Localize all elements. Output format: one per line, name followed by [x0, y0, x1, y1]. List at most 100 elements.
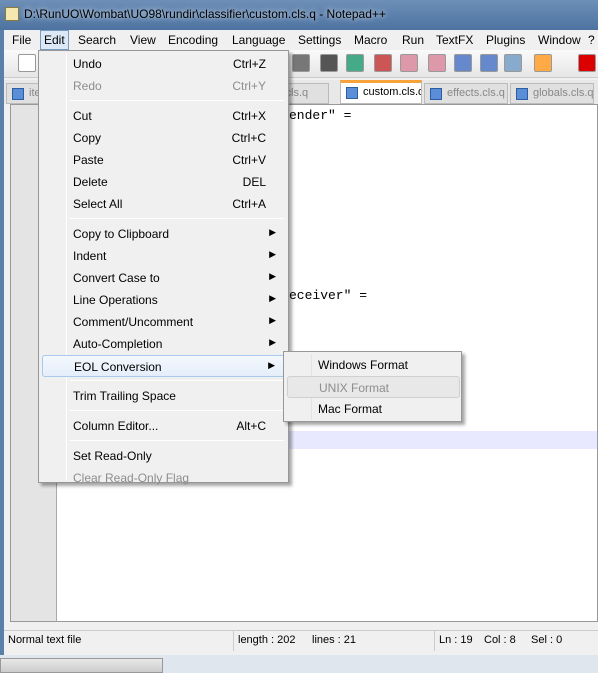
menu-item-shortcut: Ctrl+V	[232, 153, 266, 167]
menu-encoding[interactable]: Encoding	[164, 30, 222, 50]
menu-separator	[70, 410, 284, 411]
status-file-type: Normal text file	[8, 634, 82, 646]
menu-item-label: Indent	[73, 249, 107, 263]
sync-h-icon[interactable]	[454, 54, 472, 72]
menu-item-label: Set Read-Only	[73, 449, 152, 463]
window-title: D:\RunUO\Wombat\UO98\rundir\classifier\c…	[24, 7, 386, 21]
submenu-item-unix-format: UNIX Format	[287, 376, 460, 398]
menu-item-label: Select All	[73, 197, 123, 211]
tab-label: effects.cls.q	[447, 87, 505, 99]
menu-item-comment-uncomment[interactable]: Comment/Uncomment ▶	[42, 311, 286, 333]
zoom-out-icon[interactable]	[400, 54, 418, 72]
menu-item-label: Column Editor...	[73, 419, 159, 433]
menu-item-copy[interactable]: Copy Ctrl+C	[42, 127, 286, 149]
indent-guide-icon[interactable]	[534, 54, 552, 72]
menu-run[interactable]: Run	[398, 30, 428, 50]
menu-item-line-operations[interactable]: Line Operations ▶	[42, 289, 286, 311]
menu-item-label: UNIX Format	[319, 381, 390, 395]
zoom-in-icon[interactable]	[374, 54, 392, 72]
menu-search[interactable]: Search	[74, 30, 120, 50]
menu-item-redo: Redo Ctrl+Y	[42, 75, 286, 97]
menu-item-label: Undo	[73, 57, 102, 71]
menu-item-column-editor-[interactable]: Column Editor... Alt+C	[42, 415, 286, 437]
menu-item-label: Comment/Uncomment	[73, 315, 194, 329]
menu-separator	[70, 440, 284, 441]
submenu-arrow-icon: ▶	[269, 293, 276, 303]
find-icon[interactable]	[320, 54, 338, 72]
tab-effects-cls-q[interactable]: effects.cls.q	[424, 83, 508, 104]
edit-menu: Undo Ctrl+Z Redo Ctrl+Y Cut Ctrl+X Copy Ctrl+C P…	[38, 50, 289, 485]
menu-item-label: Windows Format	[318, 358, 409, 372]
show-all-chars-icon[interactable]	[504, 54, 522, 72]
tab-label: globals.cls.q	[533, 87, 594, 99]
menu-item-shortcut: Ctrl+X	[232, 109, 266, 123]
menu-item-shortcut: DEL	[242, 175, 266, 189]
menu-item-select-all[interactable]: Select All Ctrl+A	[42, 193, 286, 215]
save-icon	[430, 88, 442, 100]
status-ln: Ln : 19	[439, 634, 473, 646]
menu-separator	[70, 380, 284, 381]
save-icon	[12, 88, 24, 100]
menu-item-shortcut: Alt+C	[236, 419, 266, 433]
menu-bar: File Edit Search View Encoding Language Settin…	[4, 30, 598, 50]
menu-language[interactable]: Language	[228, 30, 289, 50]
menu-item-auto-completion[interactable]: Auto-Completion ▶	[42, 333, 286, 355]
submenu-arrow-icon: ▶	[269, 271, 276, 281]
menu-item-undo[interactable]: Undo Ctrl+Z	[42, 53, 286, 75]
record-macro-icon[interactable]	[578, 54, 596, 72]
status-length: length : 202	[238, 634, 296, 646]
new-file-icon[interactable]	[18, 54, 36, 72]
submenu-arrow-icon: ▶	[269, 249, 276, 259]
menu-macro[interactable]: Macro	[350, 30, 391, 50]
menu-help[interactable]: ?	[584, 30, 598, 50]
menu-item-label: Paste	[73, 153, 104, 167]
wrap-icon[interactable]	[480, 54, 498, 72]
status-sel: Sel : 0	[531, 634, 563, 646]
sync-v-icon[interactable]	[428, 54, 446, 72]
menu-item-indent[interactable]: Indent ▶	[42, 245, 286, 267]
submenu-arrow-icon: ▶	[269, 315, 276, 325]
title-bar: D:\RunUO\Wombat\UO98\rundir\classifier\c…	[0, 0, 598, 30]
menu-window[interactable]: Window	[534, 30, 585, 50]
menu-textfx[interactable]: TextFX	[432, 30, 477, 50]
menu-item-label: Copy to Clipboard	[73, 227, 170, 241]
menu-file[interactable]: File	[8, 30, 35, 50]
menu-separator	[70, 218, 284, 219]
submenu-arrow-icon: ▶	[269, 337, 276, 347]
menu-item-set-read-only[interactable]: Set Read-Only	[42, 445, 286, 467]
menu-item-label: Clear Read-Only Flag	[73, 471, 190, 485]
tab-globals-cls-q[interactable]: globals.cls.q	[510, 83, 594, 104]
code-line-11: eceiver" =	[289, 288, 368, 303]
eol-conversion-submenu: Windows Format UNIX Format Mac Format	[283, 351, 462, 422]
menu-item-delete[interactable]: Delete DEL	[42, 171, 286, 193]
submenu-arrow-icon: ▶	[269, 227, 276, 237]
menu-edit[interactable]: Edit	[40, 30, 69, 50]
submenu-item-windows-format[interactable]: Windows Format	[287, 354, 460, 376]
taskbar-button[interactable]	[0, 658, 163, 673]
tab-label: custom.cls.q	[363, 86, 422, 98]
menu-item-label: EOL Conversion	[74, 360, 162, 374]
menu-item-cut[interactable]: Cut Ctrl+X	[42, 105, 286, 127]
menu-item-label: Delete	[73, 175, 108, 189]
menu-item-trim-trailing-space[interactable]: Trim Trailing Space	[42, 385, 286, 407]
code-line-1: ender" =	[289, 108, 352, 123]
menu-item-eol-conversion[interactable]: EOL Conversion ▶	[42, 355, 286, 377]
tab-custom-cls-q[interactable]: custom.cls.q	[340, 80, 422, 104]
menu-item-shortcut: Ctrl+A	[232, 197, 266, 211]
replace-icon[interactable]	[346, 54, 364, 72]
save-icon	[516, 88, 528, 100]
menu-item-convert-case-to[interactable]: Convert Case to ▶	[42, 267, 286, 289]
submenu-arrow-icon: ▶	[268, 360, 275, 370]
menu-item-paste[interactable]: Paste Ctrl+V	[42, 149, 286, 171]
menu-item-copy-to-clipboard[interactable]: Copy to Clipboard ▶	[42, 223, 286, 245]
redo-icon[interactable]	[292, 54, 310, 72]
menu-settings[interactable]: Settings	[294, 30, 345, 50]
menu-item-label: Redo	[73, 79, 102, 93]
menu-item-label: Copy	[73, 131, 102, 145]
menu-plugins[interactable]: Plugins	[482, 30, 529, 50]
menu-view[interactable]: View	[126, 30, 160, 50]
submenu-item-mac-format[interactable]: Mac Format	[287, 398, 460, 420]
menu-item-label: Cut	[73, 109, 92, 123]
status-col: Col : 8	[484, 634, 516, 646]
menu-item-label: Auto-Completion	[73, 337, 163, 351]
